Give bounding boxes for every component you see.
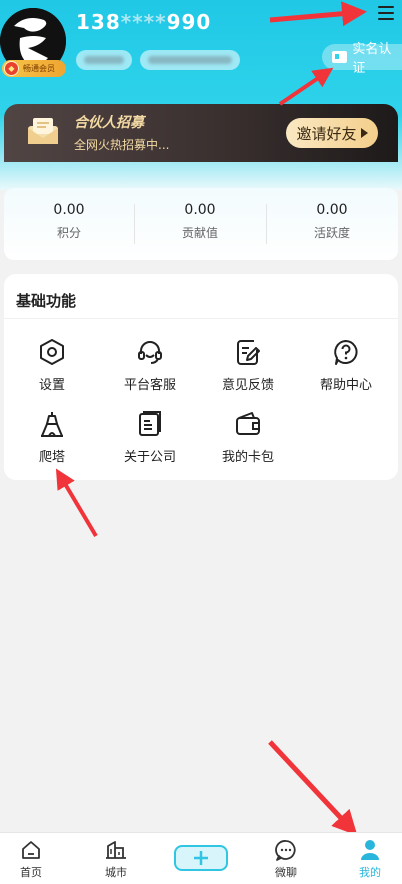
vip-label: 畅通会员 bbox=[23, 64, 55, 73]
feedback-icon bbox=[237, 340, 260, 365]
home-icon bbox=[22, 841, 40, 859]
card-wallet-item[interactable]: 我的卡包 bbox=[202, 410, 294, 465]
bottom-tab-bar: 首页 城市 微聊 我的 bbox=[0, 832, 402, 884]
customer-service-label: 平台客服 bbox=[123, 378, 176, 393]
stat-contribution[interactable]: 0.00 贡献值 bbox=[135, 202, 265, 241]
user-icon bbox=[361, 840, 379, 860]
phone-prefix: 138 bbox=[76, 10, 121, 34]
card-wallet-label: 我的卡包 bbox=[221, 450, 274, 465]
menu-icon[interactable] bbox=[378, 2, 400, 24]
settings-label: 设置 bbox=[38, 378, 65, 393]
help-icon bbox=[334, 340, 358, 365]
user-info-chip bbox=[140, 50, 240, 70]
diamond-icon: ◆ bbox=[4, 61, 19, 76]
vip-badge[interactable]: ◆ 畅通会员 bbox=[2, 60, 66, 77]
stat-label: 积分 bbox=[56, 226, 81, 240]
stat-value: 0.00 bbox=[53, 202, 85, 218]
feedback-item[interactable]: 意见反馈 bbox=[202, 338, 294, 393]
plus-icon bbox=[194, 851, 208, 865]
feedback-label: 意见反馈 bbox=[221, 378, 274, 393]
tower-climb-label: 爬塔 bbox=[38, 450, 65, 465]
help-center-label: 帮助中心 bbox=[319, 378, 372, 393]
real-name-verify-button[interactable]: 实名认证 bbox=[322, 42, 402, 76]
tab-home[interactable]: 首页 bbox=[1, 839, 61, 880]
id-card-icon bbox=[332, 51, 348, 63]
stat-activity[interactable]: 0.00 活跃度 bbox=[267, 202, 397, 241]
tab-label: 微聊 bbox=[275, 866, 297, 879]
settings-item[interactable]: 设置 bbox=[6, 338, 98, 393]
play-arrow-icon bbox=[360, 128, 368, 138]
tab-chat[interactable]: 微聊 bbox=[256, 839, 316, 880]
tower-icon bbox=[41, 412, 63, 437]
phone-number: 138****990 bbox=[76, 10, 211, 34]
stat-points[interactable]: 0.00 积分 bbox=[4, 202, 134, 241]
stat-value: 0.00 bbox=[316, 202, 348, 218]
stat-label: 贡献值 bbox=[181, 226, 218, 240]
invite-friends-button[interactable]: 邀请好友 bbox=[286, 118, 378, 148]
tower-climb-item[interactable]: 爬塔 bbox=[6, 410, 98, 465]
partner-recruit-banner[interactable]: 合伙人招募 全网火热招募中... 邀请好友 bbox=[4, 104, 398, 162]
banner-title: 合伙人招募 bbox=[74, 115, 144, 131]
chat-icon bbox=[275, 840, 296, 861]
headset-icon bbox=[138, 341, 162, 364]
settings-icon bbox=[40, 339, 64, 365]
divider bbox=[4, 318, 398, 319]
help-center-item[interactable]: 帮助中心 bbox=[300, 338, 392, 393]
customer-service-item[interactable]: 平台客服 bbox=[104, 338, 196, 393]
stat-label: 活跃度 bbox=[313, 226, 350, 240]
verify-label: 实名认证 bbox=[352, 42, 392, 76]
wallet-icon bbox=[236, 412, 260, 435]
stats-card: 0.00 积分 0.00 贡献值 0.00 活跃度 bbox=[4, 188, 398, 260]
city-icon bbox=[106, 841, 126, 859]
phone-suffix: 990 bbox=[166, 10, 212, 34]
tab-city[interactable]: 城市 bbox=[86, 839, 146, 880]
tab-mine[interactable]: 我的 bbox=[340, 839, 400, 880]
section-title: 基础功能 bbox=[16, 292, 77, 310]
add-button[interactable] bbox=[174, 845, 228, 871]
about-company-label: 关于公司 bbox=[123, 450, 176, 465]
stat-value: 0.00 bbox=[184, 202, 216, 218]
tab-label: 我的 bbox=[359, 866, 381, 879]
basic-functions-card: 基础功能 设置 平台客服 意见反馈 帮助中心 爬塔 关于公司 我的卡包 bbox=[4, 274, 398, 480]
about-company-item[interactable]: 关于公司 bbox=[104, 410, 196, 465]
tab-label: 首页 bbox=[20, 866, 42, 879]
phone-mask: **** bbox=[120, 10, 167, 34]
envelope-icon bbox=[28, 118, 58, 144]
invite-label: 邀请好友 bbox=[296, 124, 357, 143]
tab-label: 城市 bbox=[105, 866, 127, 879]
banner-subtitle: 全网火热招募中... bbox=[74, 138, 170, 152]
document-icon bbox=[139, 411, 161, 436]
user-info-chip bbox=[76, 50, 132, 70]
